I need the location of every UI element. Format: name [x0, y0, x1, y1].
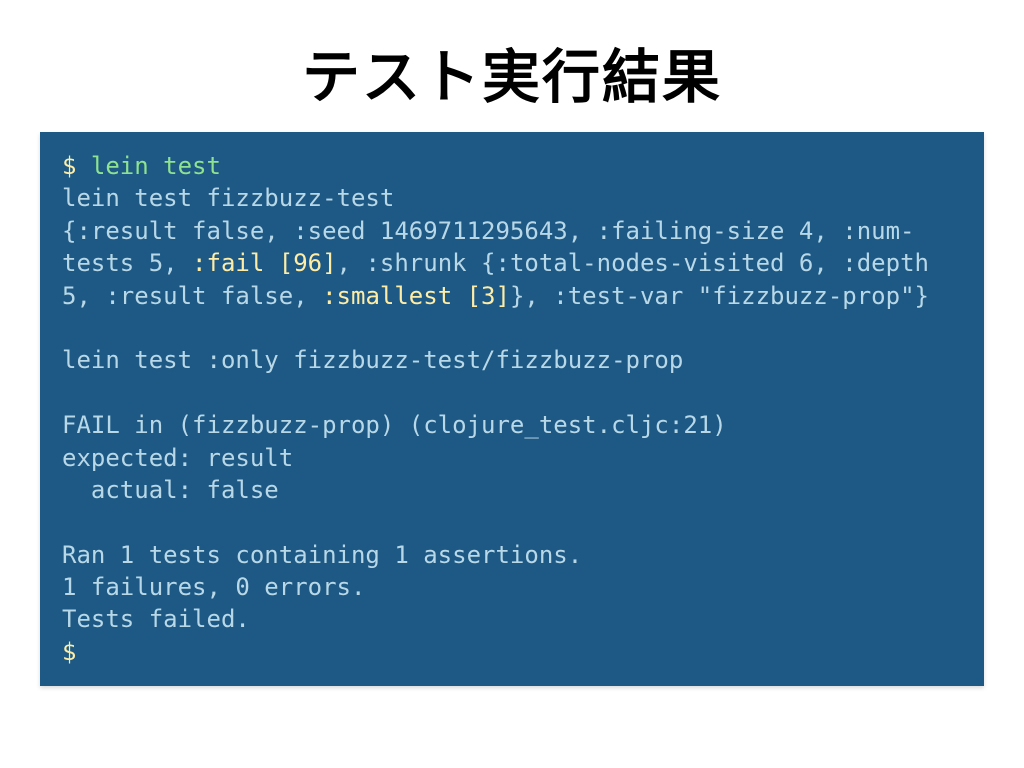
- output-line: }, :test-var "fizzbuzz-prop"}: [510, 282, 929, 310]
- terminal-output: $ lein test lein test fizzbuzz-test {:re…: [40, 132, 984, 686]
- smallest-highlight: :smallest [3]: [322, 282, 510, 310]
- output-line: FAIL in (fizzbuzz-prop) (clojure_test.cl…: [62, 411, 727, 439]
- output-line: actual: false: [62, 476, 279, 504]
- output-line: Ran 1 tests containing 1 assertions.: [62, 541, 582, 569]
- output-line: 1 failures, 0 errors.: [62, 573, 365, 601]
- prompt: $: [62, 638, 76, 666]
- prompt: $: [62, 152, 91, 180]
- output-line: expected: result: [62, 444, 293, 472]
- output-line: lein test :only fizzbuzz-test/fizzbuzz-p…: [62, 346, 683, 374]
- output-line: lein test fizzbuzz-test: [62, 184, 394, 212]
- command: lein test: [91, 152, 221, 180]
- output-line: Tests failed.: [62, 605, 250, 633]
- fail-highlight: :fail [96]: [192, 249, 337, 277]
- slide: テスト実行結果 $ lein test lein test fizzbuzz-t…: [0, 0, 1024, 768]
- slide-title: テスト実行結果: [40, 30, 984, 114]
